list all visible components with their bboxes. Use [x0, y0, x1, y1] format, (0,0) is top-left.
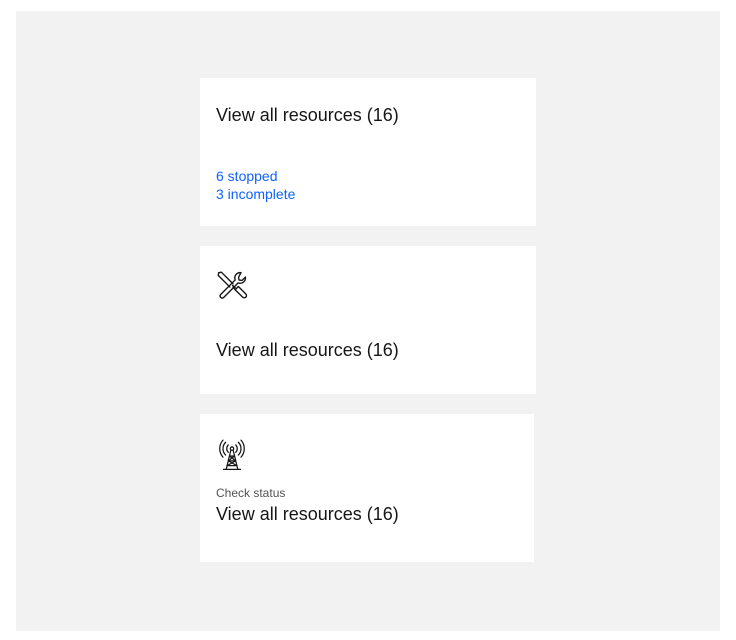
- status-links: 6 stopped 3 incomplete: [216, 167, 295, 203]
- resources-tile-status[interactable]: View all resources (16) 6 stopped 3 inco…: [200, 78, 536, 226]
- resources-tile-status-check[interactable]: Check status View all resources (16): [200, 414, 534, 562]
- tile-title: View all resources (16): [216, 504, 399, 524]
- incomplete-link[interactable]: 3 incomplete: [216, 185, 295, 203]
- tiles-canvas: View all resources (16) 6 stopped 3 inco…: [16, 11, 720, 631]
- tile-title: View all resources (16): [216, 105, 399, 125]
- resources-tile-tools[interactable]: View all resources (16): [200, 246, 536, 394]
- tools-icon: [215, 269, 249, 303]
- radio-tower-icon: [215, 438, 249, 472]
- tile-title: View all resources (16): [216, 340, 399, 360]
- tile-caption: Check status: [216, 486, 286, 500]
- stopped-link[interactable]: 6 stopped: [216, 167, 295, 185]
